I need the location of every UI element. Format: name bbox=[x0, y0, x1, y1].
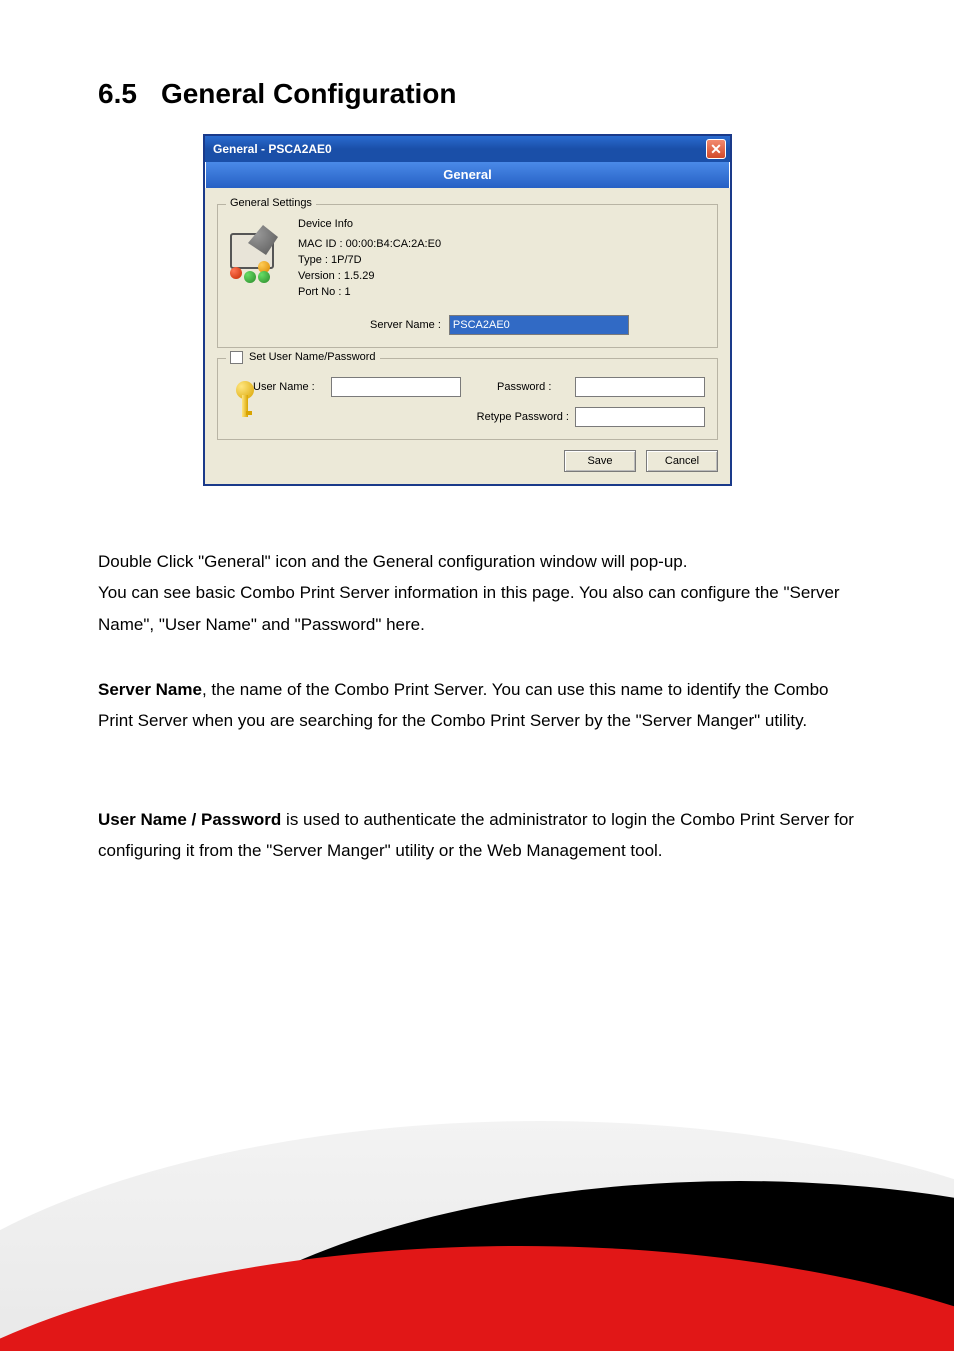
page: 6.5 General Configuration General - PSCA2… bbox=[0, 0, 954, 1351]
user-pw-fields: User Name : Password : Retype Password : bbox=[253, 377, 705, 427]
p1-line1: Double Click "General" icon and the Gene… bbox=[98, 552, 687, 571]
set-user-pw-label: Set User Name/Password bbox=[249, 351, 376, 363]
mac-id-line: MAC ID : 00:00:B4:CA:2A:E0 bbox=[298, 237, 441, 253]
password-input[interactable] bbox=[575, 377, 705, 397]
cancel-button[interactable]: Cancel bbox=[646, 450, 718, 472]
section-heading: 6.5 General Configuration bbox=[98, 78, 457, 110]
server-name-row: Server Name : bbox=[370, 315, 705, 335]
general-settings-group: General Settings Device Info MAC ID : 00… bbox=[217, 204, 718, 348]
window-title: General - PSCA2AE0 bbox=[213, 142, 332, 156]
port-no-line: Port No : 1 bbox=[298, 285, 441, 301]
general-dialog: General - PSCA2AE0 ✕ General General Set… bbox=[203, 134, 732, 486]
general-settings-legend: General Settings bbox=[226, 197, 316, 209]
paragraph-1: Double Click "General" icon and the Gene… bbox=[98, 546, 858, 640]
device-icon bbox=[230, 227, 286, 283]
dialog-button-row: Save Cancel bbox=[217, 450, 718, 472]
p2-rest: , the name of the Combo Print Server. Yo… bbox=[98, 680, 829, 730]
server-name-input[interactable] bbox=[449, 315, 629, 335]
footer-swoosh bbox=[0, 1091, 954, 1351]
retype-password-label: Retype Password : bbox=[449, 411, 569, 423]
device-info-label: Device Info bbox=[298, 217, 441, 233]
set-user-pw-row: Set User Name/Password bbox=[226, 351, 380, 364]
user-pw-content: User Name : Password : Retype Password : bbox=[230, 377, 705, 427]
titlebar[interactable]: General - PSCA2AE0 ✕ bbox=[205, 136, 730, 162]
heading-title: General Configuration bbox=[161, 78, 457, 109]
username-input[interactable] bbox=[331, 377, 461, 397]
user-pw-row1: User Name : Password : bbox=[253, 377, 705, 397]
close-icon: ✕ bbox=[710, 142, 722, 156]
retype-password-input[interactable] bbox=[575, 407, 705, 427]
key-icon bbox=[230, 381, 239, 421]
version-line: Version : 1.5.29 bbox=[298, 269, 441, 285]
password-label: Password : bbox=[497, 381, 569, 393]
save-button[interactable]: Save bbox=[564, 450, 636, 472]
dialog-body: General Settings Device Info MAC ID : 00… bbox=[205, 188, 730, 484]
paragraph-3: User Name / Password is used to authenti… bbox=[98, 804, 858, 867]
user-password-group: Set User Name/Password User Name : Passw… bbox=[217, 358, 718, 440]
username-label: User Name : bbox=[253, 381, 325, 393]
set-user-pw-checkbox[interactable] bbox=[230, 351, 243, 364]
heading-number: 6.5 bbox=[98, 78, 137, 109]
server-name-label: Server Name : bbox=[370, 319, 441, 331]
device-info-block: Device Info MAC ID : 00:00:B4:CA:2A:E0 T… bbox=[298, 217, 441, 301]
tab-general[interactable]: General bbox=[205, 162, 730, 188]
device-info-row: Device Info MAC ID : 00:00:B4:CA:2A:E0 T… bbox=[230, 217, 705, 301]
p2-bold: Server Name bbox=[98, 680, 202, 699]
user-pw-row2: Retype Password : bbox=[253, 407, 705, 427]
p1-line2: You can see basic Combo Print Server inf… bbox=[98, 583, 840, 633]
type-line: Type : 1P/7D bbox=[298, 253, 441, 269]
p3-bold: User Name / Password bbox=[98, 810, 281, 829]
paragraph-2: Server Name, the name of the Combo Print… bbox=[98, 674, 858, 737]
close-button[interactable]: ✕ bbox=[706, 139, 726, 159]
